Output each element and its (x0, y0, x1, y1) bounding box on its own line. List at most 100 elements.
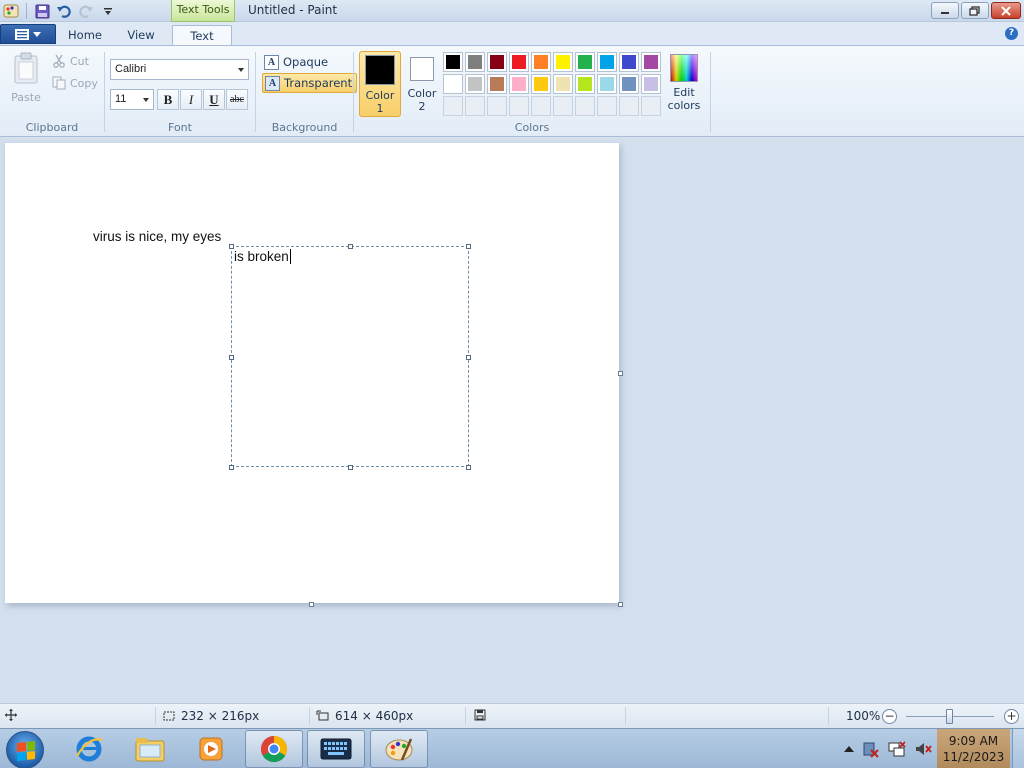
bold-button[interactable]: B (157, 89, 179, 110)
canvas-resize-handle-corner[interactable] (618, 602, 623, 607)
textbox-resize-handle[interactable] (229, 244, 234, 249)
taskbar-on-screen-keyboard[interactable] (307, 730, 365, 768)
palette-color-swatch[interactable] (619, 74, 639, 94)
zoom-out-button[interactable]: − (882, 709, 897, 724)
italic-button[interactable]: I (180, 89, 202, 110)
custom-color-slot[interactable] (531, 96, 551, 116)
palette-color-swatch[interactable] (465, 52, 485, 72)
custom-color-slot[interactable] (465, 96, 485, 116)
close-button[interactable] (991, 2, 1021, 19)
zoom-slider-thumb[interactable] (946, 709, 953, 724)
textbox-resize-handle[interactable] (348, 244, 353, 249)
show-hidden-icons[interactable] (844, 745, 854, 753)
palette-color-swatch[interactable] (443, 52, 463, 72)
textbox-resize-handle[interactable] (229, 465, 234, 470)
color-1-label-line1: Color (365, 89, 395, 102)
tab-view[interactable]: View (118, 25, 164, 46)
taskbar-internet-explorer[interactable] (60, 730, 118, 768)
palette-color-swatch[interactable] (575, 52, 595, 72)
close-icon (1001, 5, 1011, 16)
textbox-resize-handle[interactable] (466, 465, 471, 470)
cursor-position (5, 709, 17, 721)
taskbar-chrome[interactable] (245, 730, 303, 768)
palette-color-swatch[interactable] (443, 74, 463, 94)
palette-color-fill (534, 77, 548, 91)
color-2-button[interactable]: Color 2 (403, 51, 441, 117)
customize-qat-icon[interactable] (99, 2, 117, 20)
redo-icon[interactable] (77, 2, 95, 20)
taskbar-media-player[interactable] (182, 730, 240, 768)
undo-icon[interactable] (55, 2, 73, 20)
copy-button[interactable]: Copy (52, 76, 98, 90)
textbox-resize-handle[interactable] (229, 355, 234, 360)
palette-color-fill (600, 55, 614, 69)
start-button[interactable] (6, 731, 44, 768)
custom-color-slot[interactable] (575, 96, 595, 116)
palette-color-swatch[interactable] (509, 52, 529, 72)
custom-color-slot[interactable] (487, 96, 507, 116)
copy-icon (52, 76, 66, 90)
taskbar-paint[interactable] (370, 730, 428, 768)
maximize-button[interactable] (961, 2, 989, 19)
palette-color-fill (446, 55, 460, 69)
custom-color-slot[interactable] (443, 96, 463, 116)
show-desktop-button[interactable] (1012, 729, 1024, 768)
palette-color-swatch[interactable] (597, 52, 617, 72)
media-player-icon (199, 737, 223, 761)
strikethrough-button[interactable]: abc (226, 89, 248, 110)
palette-color-swatch[interactable] (465, 74, 485, 94)
tab-home[interactable]: Home (62, 25, 108, 46)
tab-text[interactable]: Text (172, 25, 232, 47)
help-icon[interactable]: ? (1005, 27, 1018, 40)
palette-color-swatch[interactable] (487, 74, 507, 94)
palette-color-fill (446, 77, 460, 91)
color-1-button[interactable]: Color 1 (359, 51, 401, 117)
palette-color-swatch[interactable] (619, 52, 639, 72)
action-center-icon[interactable] (862, 740, 880, 758)
opaque-icon: A (264, 54, 279, 70)
custom-color-slot[interactable] (619, 96, 639, 116)
save-icon[interactable] (33, 2, 51, 20)
custom-color-slot[interactable] (597, 96, 617, 116)
palette-color-swatch[interactable] (575, 74, 595, 94)
drawing-canvas[interactable]: virus is nice, my eyes is broken (5, 143, 619, 603)
palette-color-swatch[interactable] (641, 74, 661, 94)
text-input-box[interactable]: is broken (231, 246, 469, 467)
textbox-resize-handle[interactable] (466, 355, 471, 360)
paste-button[interactable]: Paste (8, 52, 44, 104)
custom-color-slot[interactable] (553, 96, 573, 116)
canvas-resize-handle-bottom[interactable] (309, 602, 314, 607)
textbox-resize-handle[interactable] (466, 244, 471, 249)
transparent-option[interactable]: A Transparent (262, 73, 358, 93)
minimize-icon (941, 11, 949, 14)
volume-muted-icon[interactable] (914, 740, 932, 758)
textbox-resize-handle[interactable] (348, 465, 353, 470)
palette-color-swatch[interactable] (641, 52, 661, 72)
canvas-size-value: 614 × 460px (335, 709, 414, 723)
palette-color-swatch[interactable] (531, 52, 551, 72)
palette-color-swatch[interactable] (597, 74, 617, 94)
system-clock[interactable]: 9:09 AM 11/2/2023 (937, 729, 1010, 768)
edit-colors-button[interactable]: Edit colors (665, 54, 703, 112)
paint-app-icon[interactable] (2, 2, 20, 20)
paint-menu-button[interactable] (0, 24, 56, 44)
keyboard-icon (320, 738, 352, 760)
palette-color-swatch[interactable] (553, 74, 573, 94)
cut-button[interactable]: Cut (52, 54, 89, 68)
custom-color-slot[interactable] (509, 96, 529, 116)
custom-color-slot[interactable] (641, 96, 661, 116)
minimize-button[interactable] (931, 2, 959, 19)
selection-icon (163, 711, 175, 721)
palette-color-swatch[interactable] (553, 52, 573, 72)
opaque-option[interactable]: A Opaque (262, 52, 332, 72)
taskbar-file-explorer[interactable] (121, 730, 179, 768)
zoom-in-button[interactable]: + (1004, 709, 1019, 724)
font-size-select[interactable]: 11 (110, 89, 154, 110)
palette-color-swatch[interactable] (531, 74, 551, 94)
canvas-resize-handle-right[interactable] (618, 371, 623, 376)
underline-button[interactable]: U (203, 89, 225, 110)
font-family-select[interactable]: Calibri (110, 59, 249, 80)
palette-color-swatch[interactable] (509, 74, 529, 94)
network-icon[interactable] (888, 740, 906, 758)
palette-color-swatch[interactable] (487, 52, 507, 72)
